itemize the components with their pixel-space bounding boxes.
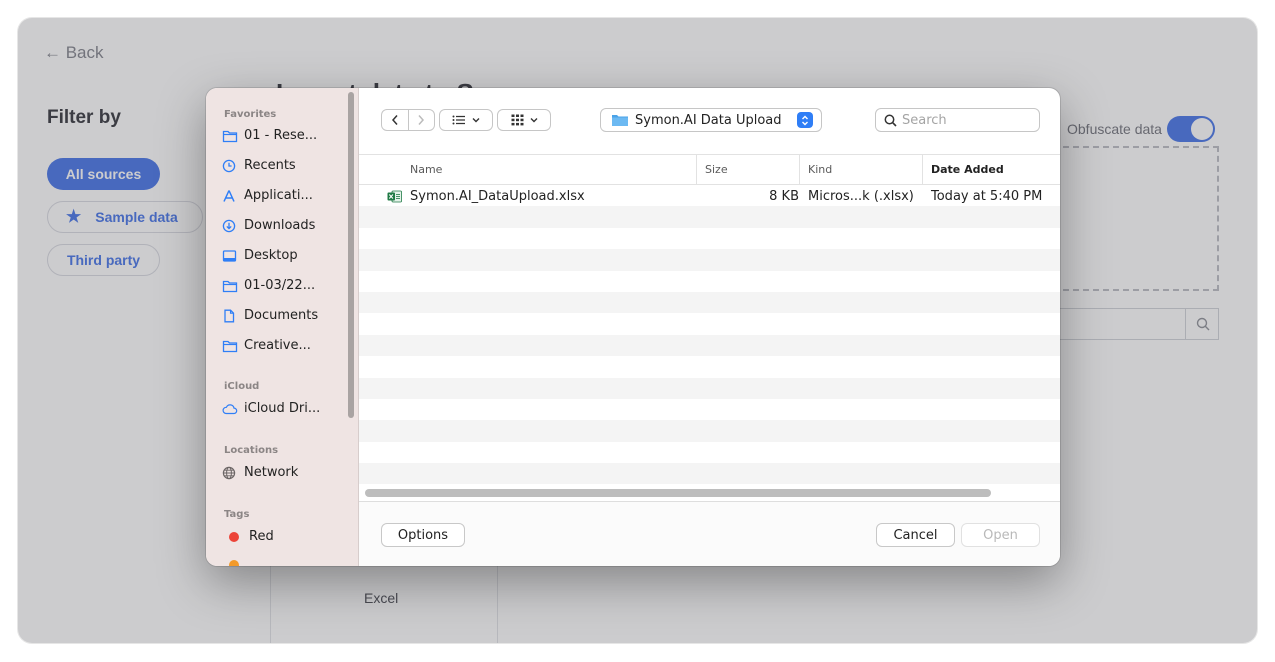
empty-row [359, 228, 1060, 249]
chevron-down-icon [472, 118, 480, 123]
search-input[interactable] [902, 112, 1022, 128]
red-tag-dot [229, 531, 239, 542]
sidebar-item-research[interactable]: 01 - Rese... [222, 128, 317, 143]
grid-view-icon [511, 114, 523, 126]
sidebar-item-label: Documents [244, 308, 319, 323]
desktop-icon [222, 249, 237, 262]
sidebar-item-network[interactable]: Network [222, 465, 298, 480]
dialog-search-field[interactable] [875, 108, 1040, 132]
file-list: Symon.AI_DataUpload.xlsx 8 KB Micros...k… [359, 185, 1060, 485]
empty-row [359, 271, 1060, 292]
column-header-name[interactable]: Name [410, 155, 442, 184]
column-header-kind[interactable]: Kind [799, 155, 921, 184]
clock-icon [222, 159, 236, 172]
column-header-row: Name Size Kind Date Added [359, 154, 1060, 185]
sidebar-item-label: iCloud Dri... [244, 401, 321, 416]
list-view-icon [452, 115, 465, 125]
dialog-bottom-bar: Options Cancel Open [359, 501, 1060, 566]
file-name-cell: Symon.AI_DataUpload.xlsx [387, 185, 585, 207]
sidebar-item-label: Red [249, 529, 274, 544]
empty-row [359, 377, 1060, 399]
empty-row [359, 420, 1060, 442]
sidebar-scrollbar[interactable] [348, 92, 354, 418]
excel-file-icon [387, 190, 402, 202]
sidebar-item-creative[interactable]: Creative... [222, 338, 311, 353]
sidebar-item-label: Network [244, 465, 299, 480]
document-icon [224, 309, 235, 322]
column-header-size[interactable]: Size [696, 155, 798, 184]
file-row[interactable]: Symon.AI_DataUpload.xlsx 8 KB Micros...k… [359, 185, 1060, 207]
open-button[interactable]: Open [961, 523, 1040, 547]
empty-row [359, 399, 1060, 420]
globe-icon [222, 466, 236, 479]
folder-icon [222, 130, 238, 142]
chevron-left-icon [391, 115, 398, 125]
sidebar-item-label: Creative... [244, 338, 311, 353]
empty-row [359, 334, 1060, 357]
file-name: Symon.AI_DataUpload.xlsx [410, 188, 585, 204]
sidebar-item-label: Desktop [244, 248, 298, 263]
sidebar-item-icloud-drive[interactable]: iCloud Dri... [222, 401, 320, 416]
applications-icon [223, 189, 235, 202]
file-date-added: Today at 5:40 PM [931, 188, 1043, 204]
sidebar-item-documents[interactable]: Documents [222, 308, 318, 323]
folder-icon [612, 115, 628, 126]
row-stripes [359, 185, 1060, 485]
cancel-button[interactable]: Cancel [876, 523, 955, 547]
sidebar-item-desktop[interactable]: Desktop [222, 248, 298, 263]
empty-row [359, 356, 1060, 377]
location-name: Symon.AI Data Upload [635, 112, 782, 128]
horizontal-scrollbar[interactable] [365, 489, 991, 497]
sidebar-item-label: Recents [244, 158, 296, 173]
sidebar-section-favorites: Favorites [224, 109, 277, 120]
chevron-right-icon [418, 115, 425, 125]
sidebar-section-tags: Tags [224, 509, 250, 520]
empty-row [359, 291, 1060, 314]
file-kind: Micros...k (.xlsx) [808, 188, 914, 204]
empty-row [359, 249, 1060, 271]
back-button[interactable] [382, 110, 409, 130]
sidebar-item-label: 01 - Rese... [244, 128, 318, 143]
sidebar-item-applications[interactable]: Applicati... [222, 188, 313, 203]
navigation-buttons [381, 109, 435, 131]
updown-chevron-icon [797, 112, 813, 128]
cloud-icon [222, 403, 238, 414]
sidebar-item-label: Applicati... [244, 188, 313, 203]
sidebar-tag-red[interactable]: Red [222, 529, 274, 544]
location-popup[interactable]: Symon.AI Data Upload [600, 108, 822, 132]
file-open-dialog: Favorites 01 - Rese... Recents Applicati… [206, 88, 1060, 566]
grid-view-button[interactable] [497, 109, 551, 131]
empty-row [359, 463, 1060, 485]
sidebar-item-label: Downloads [244, 218, 316, 233]
list-view-button[interactable] [439, 109, 493, 131]
sidebar-item-downloads[interactable]: Downloads [222, 218, 315, 233]
options-button[interactable]: Options [381, 523, 465, 547]
folder-icon [222, 340, 238, 352]
dialog-main: Symon.AI Data Upload Name Size Kind Date… [359, 88, 1060, 566]
empty-row [359, 442, 1060, 463]
dialog-sidebar: Favorites 01 - Rese... Recents Applicati… [206, 88, 359, 566]
sidebar-item-folder-0103[interactable]: 01-03/22... [222, 278, 315, 293]
sidebar-item-label: 01-03/22... [244, 278, 316, 293]
orange-tag-dot[interactable] [229, 560, 239, 566]
chevron-down-icon [530, 118, 537, 123]
forward-button[interactable] [409, 110, 435, 130]
folder-icon [222, 280, 238, 292]
file-size: 8 KB [769, 188, 799, 204]
empty-row [359, 206, 1060, 228]
column-header-date-added[interactable]: Date Added [922, 155, 1060, 184]
empty-row [359, 313, 1060, 334]
download-icon [222, 219, 236, 232]
sidebar-section-locations: Locations [224, 445, 279, 456]
sidebar-section-icloud: iCloud [224, 381, 260, 392]
sidebar-item-recents[interactable]: Recents [222, 158, 296, 173]
search-icon [884, 114, 897, 127]
